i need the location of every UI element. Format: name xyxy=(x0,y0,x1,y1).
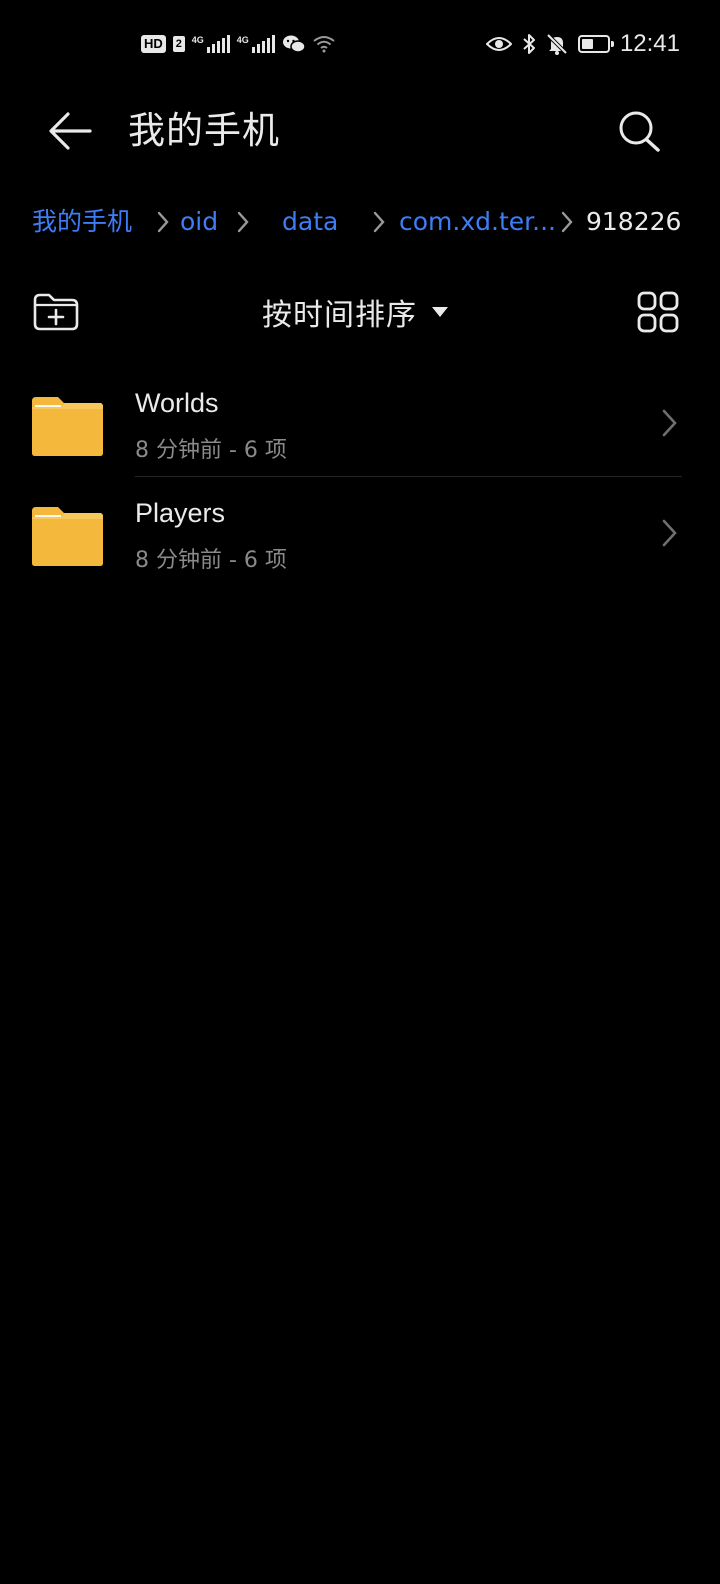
page-title: 我的手机 xyxy=(128,109,280,152)
grid-view-icon xyxy=(637,291,679,333)
back-button[interactable] xyxy=(44,106,96,156)
folder-icon xyxy=(32,507,103,566)
chevron-right-icon xyxy=(373,211,385,233)
file-name: Players xyxy=(135,498,226,528)
folder-icon xyxy=(32,397,103,456)
breadcrumb-item-data[interactable]: data xyxy=(282,202,338,242)
list-item[interactable]: Worlds 8 分钟前 - 6 项 xyxy=(0,370,720,480)
wechat-icon xyxy=(282,35,306,53)
battery-level xyxy=(581,39,593,49)
folder-plus-icon xyxy=(33,293,79,331)
list-divider xyxy=(135,476,682,477)
search-button[interactable] xyxy=(612,104,664,156)
sort-dropdown[interactable]: 按时间排序 xyxy=(262,290,449,334)
chevron-right-icon xyxy=(662,409,677,437)
breadcrumb-item-my-phone[interactable]: 我的手机 xyxy=(32,202,132,242)
breadcrumb-item-android[interactable]: oid xyxy=(180,202,218,242)
file-meta: 8 分钟前 - 6 项 xyxy=(135,548,287,573)
hd-voice-badge: HD xyxy=(141,35,166,53)
caret-down-icon xyxy=(432,307,448,317)
status-left-icons: HD 2 4G 4G xyxy=(141,34,335,54)
breadcrumb-item-package[interactable]: com.xd.ter... xyxy=(399,202,556,242)
signal-icon: 4G xyxy=(237,35,275,53)
list-item[interactable]: Players 8 分钟前 - 6 项 xyxy=(0,480,720,590)
chevron-right-icon xyxy=(157,211,169,233)
network-type-label: 4G xyxy=(236,35,249,45)
grid-view-button[interactable] xyxy=(636,290,680,334)
sort-label: 按时间排序 xyxy=(262,298,417,333)
clock: 12:41 xyxy=(619,30,680,57)
eye-icon xyxy=(485,37,512,51)
chevron-right-icon xyxy=(237,211,249,233)
search-icon xyxy=(619,111,660,152)
file-meta: 8 分钟前 - 6 项 xyxy=(135,438,287,463)
new-folder-button[interactable] xyxy=(32,292,80,332)
signal-icon: 4G xyxy=(192,35,230,53)
bell-off-icon xyxy=(546,33,568,55)
status-right-icons: 12:41 xyxy=(485,30,680,58)
status-bar: HD 2 4G 4G 12:41 xyxy=(0,0,720,90)
sim-badge: 2 xyxy=(172,36,185,52)
arrow-left-icon xyxy=(49,112,92,150)
chevron-right-icon xyxy=(662,519,677,547)
breadcrumb-item-current: 918226 xyxy=(586,207,682,236)
battery-icon xyxy=(577,35,614,53)
network-type-label: 4G xyxy=(191,35,204,45)
wifi-icon xyxy=(313,36,335,53)
breadcrumb: 我的手机 oid data com.xd.ter... 918226 xyxy=(32,202,692,242)
chevron-right-icon xyxy=(561,211,573,233)
file-name: Worlds xyxy=(135,388,219,418)
bluetooth-icon xyxy=(523,34,535,54)
